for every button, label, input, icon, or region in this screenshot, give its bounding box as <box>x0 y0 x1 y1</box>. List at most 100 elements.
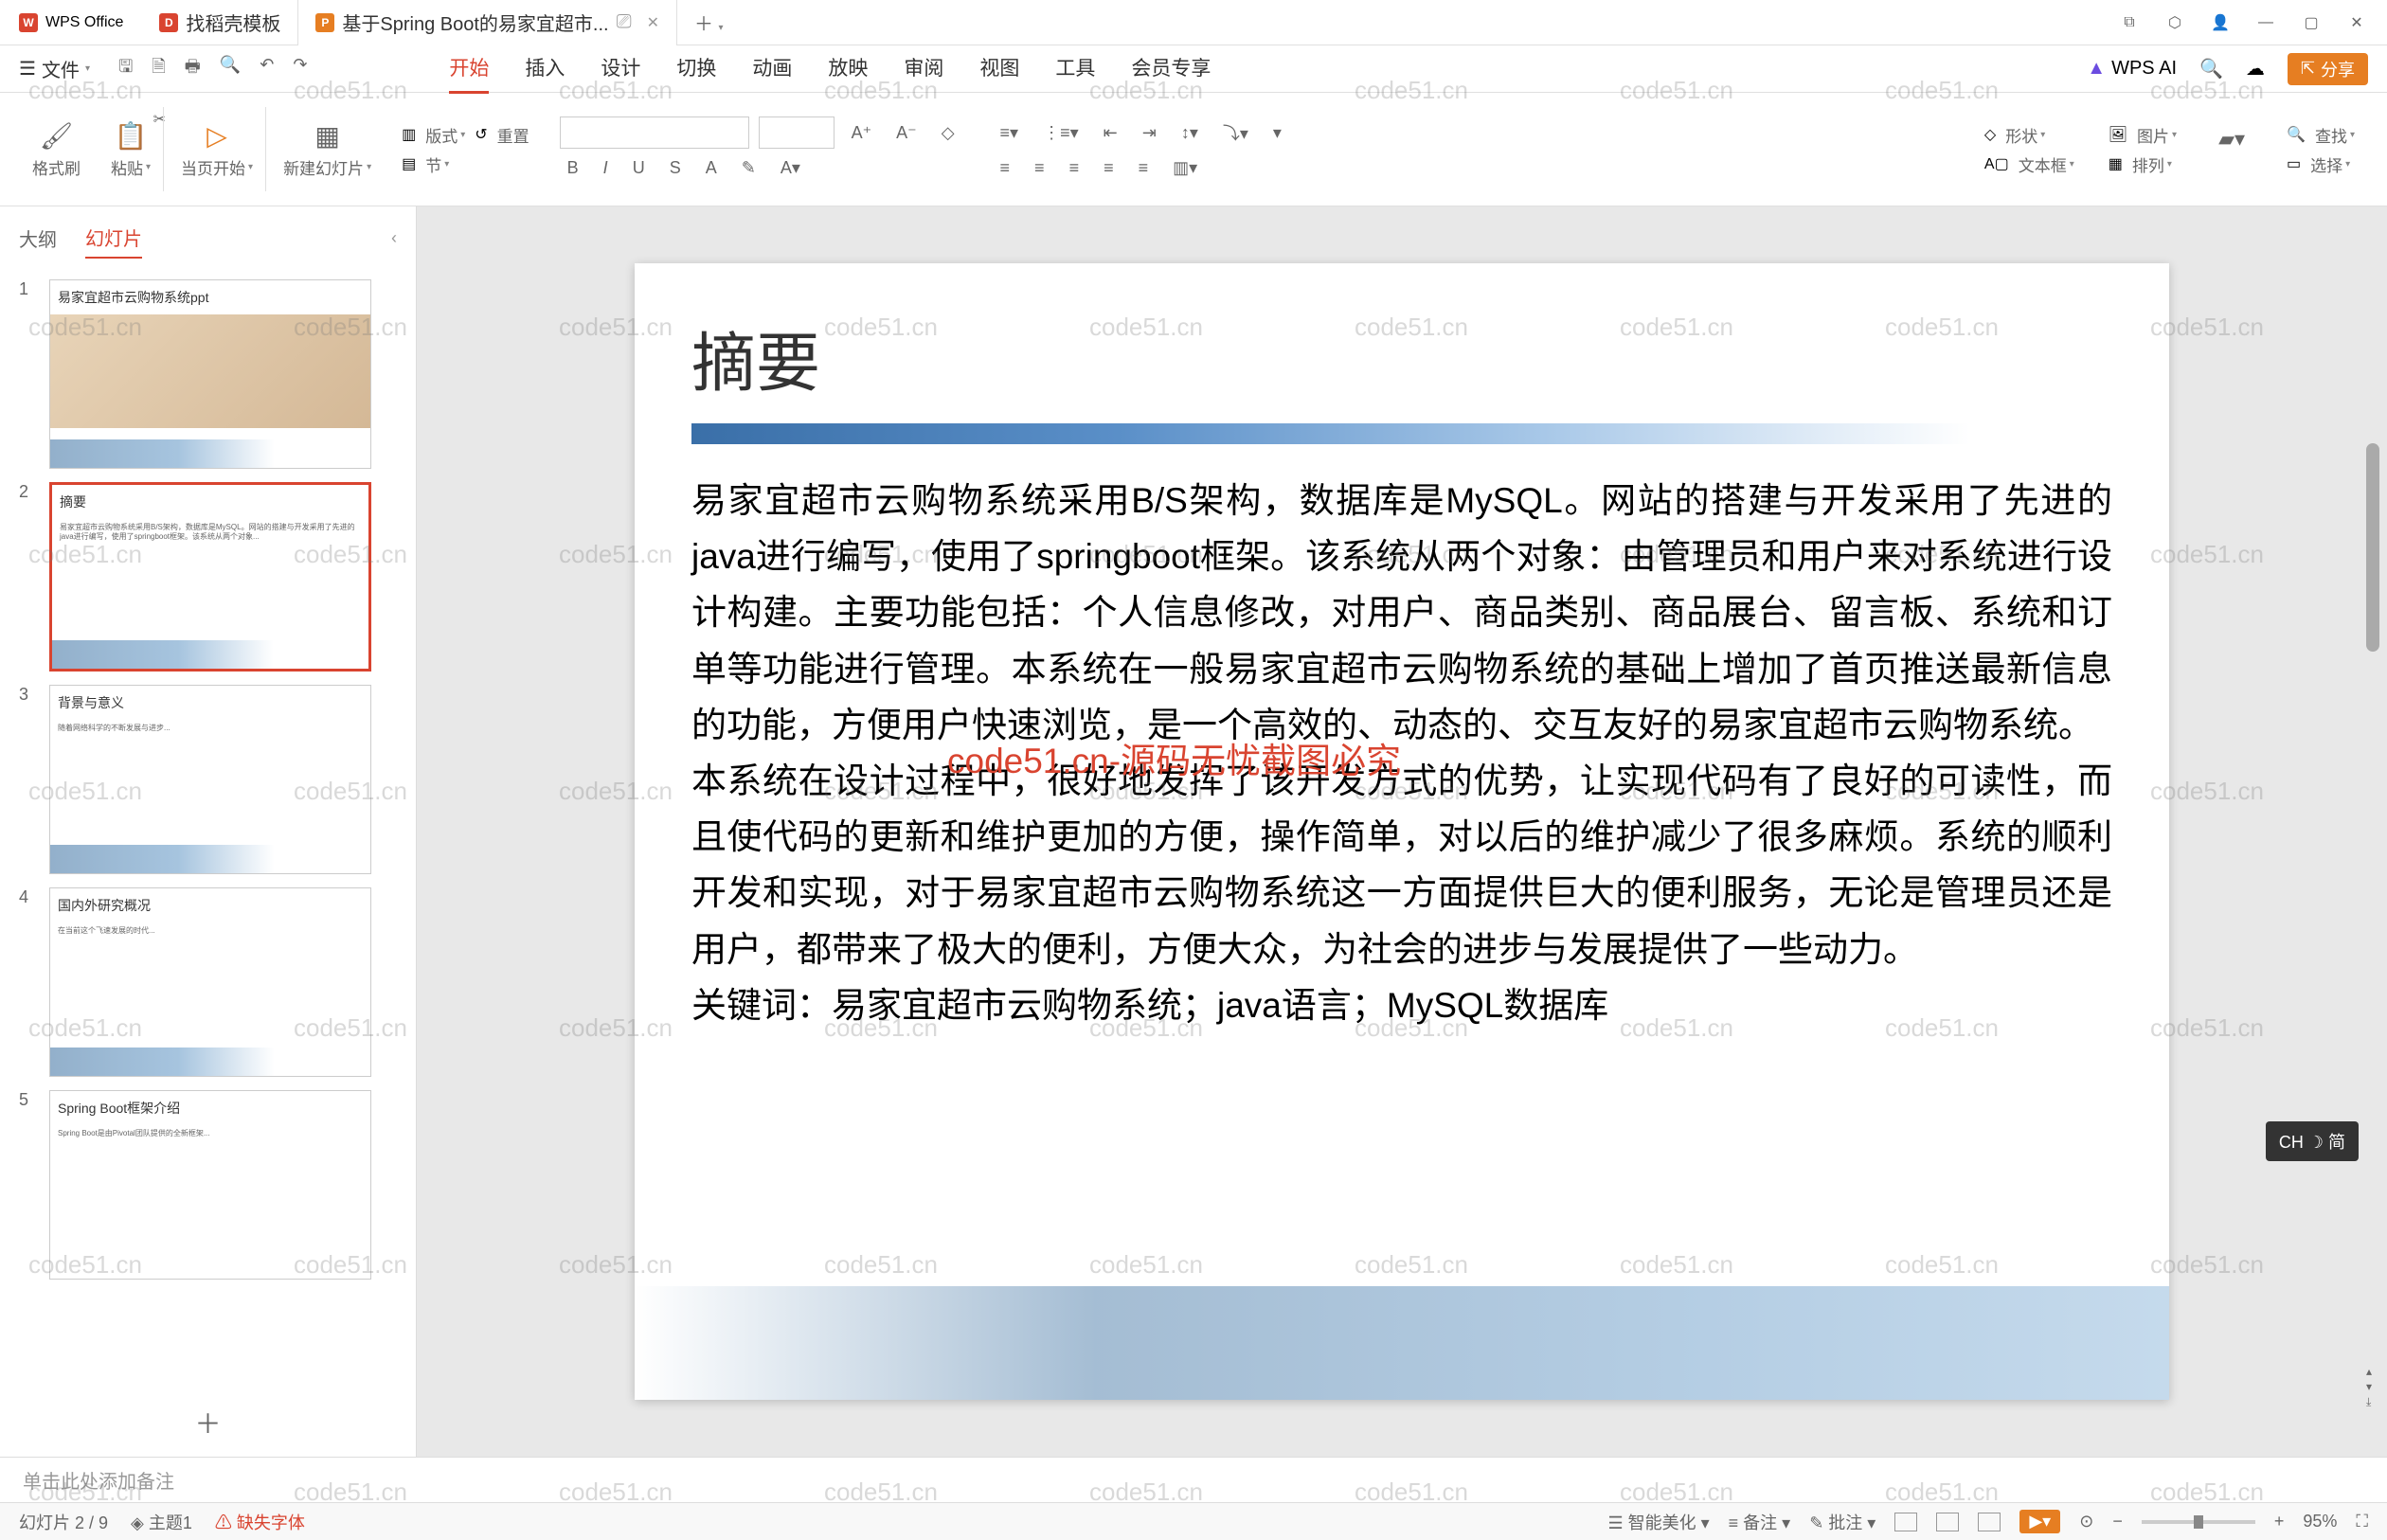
maximize-icon[interactable]: ▢ <box>2300 11 2323 34</box>
undo-icon[interactable]: ↶ <box>260 55 274 83</box>
tab-animation[interactable]: 动画 <box>752 44 792 94</box>
font-color-button[interactable]: A <box>698 154 725 182</box>
cut-icon[interactable]: ✂ <box>153 110 166 129</box>
collapse-icon[interactable]: ‹ <box>391 228 397 248</box>
notes-bar[interactable]: 单击此处添加备注 <box>0 1457 2387 1502</box>
zoom-slider[interactable] <box>2142 1520 2255 1524</box>
new-slide-group[interactable]: ▦ 新建幻灯片 ▾ <box>270 93 385 206</box>
numbering-icon[interactable]: ⋮≡▾ <box>1035 119 1086 147</box>
vertical-scrollbar[interactable]: ▴ ▾ ⤓ <box>2366 216 2379 1409</box>
avatar-icon[interactable]: 👤 <box>2209 11 2232 34</box>
minimize-icon[interactable]: — <box>2254 11 2277 34</box>
bullets-icon[interactable]: ≡▾ <box>993 119 1027 147</box>
find-button[interactable]: 🔍 查找 ▾ <box>2287 123 2355 147</box>
zoom-level[interactable]: 95% <box>2303 1512 2337 1531</box>
image-button[interactable]: 🖼 图片 ▾ <box>2109 123 2177 147</box>
tab-tools[interactable]: 工具 <box>1055 44 1095 94</box>
slide-counter[interactable]: 幻灯片 2 / 9 <box>19 1510 108 1534</box>
section-button[interactable]: ▤ 节 ▾ <box>402 152 529 176</box>
font-size-select[interactable] <box>759 116 835 149</box>
cloud-icon[interactable]: ☁ <box>2246 57 2265 81</box>
print-icon[interactable]: 🖶 <box>185 55 201 83</box>
fill-color-icon[interactable]: ▰▾ <box>2211 123 2252 155</box>
textbox-button[interactable]: A▢ 文本框 ▾ <box>1984 152 2074 176</box>
font-family-select[interactable] <box>560 116 749 149</box>
theme-button[interactable]: ◈ 主题1 <box>131 1510 192 1534</box>
slide-thumb-3[interactable]: 3 背景与意义 随着网络科学的不断发展与进步... <box>19 685 397 874</box>
file-menu[interactable]: ☰ 文件 ▾ <box>19 55 90 82</box>
format-brush-group[interactable]: 🖌 格式刷 <box>19 93 94 206</box>
app-logo[interactable]: W WPS Office <box>0 13 142 32</box>
slide-title[interactable]: 摘要 <box>691 311 2112 404</box>
paste-group[interactable]: 📋 粘贴 ▾ ✂ <box>98 93 164 206</box>
underline-button[interactable]: U <box>625 154 653 182</box>
scroll-up-icon[interactable]: ▴ <box>2366 1365 2372 1378</box>
indent-inc-icon[interactable]: ⇥ <box>1135 119 1164 147</box>
slide-thumb-1[interactable]: 1 易家宜超市云购物系统ppt <box>19 279 397 469</box>
tab-member[interactable]: 会员专享 <box>1131 44 1211 94</box>
window-multi-icon[interactable]: ⧉ <box>2118 11 2141 34</box>
zoom-plus[interactable]: + <box>2274 1512 2285 1531</box>
close-window-icon[interactable]: ✕ <box>2345 11 2368 34</box>
columns-icon[interactable]: ▥▾ <box>1165 154 1205 182</box>
smart-beautify-button[interactable]: ☰ 智能美化 ▾ <box>1607 1510 1709 1534</box>
reading-view-icon[interactable] <box>1978 1513 2001 1531</box>
reset-icon[interactable]: ↺ <box>475 125 487 144</box>
line-spacing-icon[interactable]: ↕▾ <box>1174 119 1206 147</box>
notes-toggle[interactable]: ≡ 备注 ▾ <box>1729 1510 1791 1534</box>
share-button[interactable]: ⇱ 分享 <box>2288 53 2368 85</box>
review-toggle[interactable]: ✎ 批注 ▾ <box>1809 1510 1876 1534</box>
tab-templates[interactable]: D 找稻壳模板 <box>142 0 298 45</box>
outline-tab[interactable]: 大纲 <box>19 219 57 258</box>
tab-review[interactable]: 审阅 <box>904 44 943 94</box>
tab-start[interactable]: 开始 <box>449 44 489 94</box>
canvas-wrapper[interactable]: 摘要 易家宜超市云购物系统采用B/S架构，数据库是MySQL。网站的搭建与开发采… <box>417 206 2387 1457</box>
tab-document[interactable]: P 基于Spring Boot的易家宜超市... ⎚ ✕ <box>298 0 677 45</box>
normal-view-icon[interactable] <box>1894 1513 1917 1531</box>
slide-body[interactable]: 易家宜超市云购物系统采用B/S架构，数据库是MySQL。网站的搭建与开发采用了先… <box>691 473 2112 1033</box>
scroll-thumb[interactable] <box>2366 443 2379 652</box>
text-direction-icon[interactable]: ⤵▾ <box>1215 116 1256 149</box>
zoom-minus[interactable]: − <box>2112 1512 2123 1531</box>
broadcast-icon[interactable]: ⎚ <box>617 11 632 33</box>
slide-canvas[interactable]: 摘要 易家宜超市云购物系统采用B/S架构，数据库是MySQL。网站的搭建与开发采… <box>635 263 2169 1400</box>
layout-button[interactable]: ▥ 版式 ▾ ↺ 重置 <box>402 123 529 147</box>
strike-button[interactable]: S <box>662 154 689 182</box>
save-icon[interactable]: 🖫 <box>118 55 133 83</box>
play-button[interactable]: ▶▾ <box>2019 1510 2060 1533</box>
new-icon[interactable]: 🗎 <box>152 55 165 83</box>
slide-list[interactable]: 1 易家宜超市云购物系统ppt 2 摘要 易家宜超市云购物系统采用B/S架构，数… <box>0 270 416 1388</box>
align-vertical-icon[interactable]: ▾ <box>1265 119 1289 147</box>
redo-icon[interactable]: ↷ <box>293 55 307 83</box>
preview-icon[interactable]: 🔍 <box>220 55 241 83</box>
clear-format-icon[interactable]: ◇ <box>934 119 962 147</box>
tab-view[interactable]: 视图 <box>979 44 1019 94</box>
fit-icon[interactable]: ⛶ <box>2356 1512 2368 1531</box>
highlight-button[interactable]: ✎ <box>734 154 763 182</box>
add-slide-button[interactable]: ＋ <box>0 1388 416 1457</box>
font-effect-button[interactable]: A▾ <box>773 154 808 182</box>
distribute-icon[interactable]: ≡ <box>1131 154 1157 182</box>
wps-ai-button[interactable]: ▲ WPS AI <box>2087 58 2177 80</box>
select-button[interactable]: ▭ 选择 ▾ <box>2287 152 2355 176</box>
tab-insert[interactable]: 插入 <box>525 44 565 94</box>
slide-thumb-2[interactable]: 2 摘要 易家宜超市云购物系统采用B/S架构，数据库是MySQL。网站的搭建与开… <box>19 482 397 672</box>
add-tab-button[interactable]: ＋ ▾ <box>677 9 741 36</box>
sorter-view-icon[interactable] <box>1936 1513 1959 1531</box>
slide-thumb-5[interactable]: 5 Spring Boot框架介绍 Spring Boot是由Pivotal团队… <box>19 1090 397 1280</box>
cube-icon[interactable]: ⬡ <box>2163 11 2186 34</box>
slides-tab[interactable]: 幻灯片 <box>85 218 142 259</box>
bold-button[interactable]: B <box>560 154 586 182</box>
slide-thumb-4[interactable]: 4 国内外研究概况 在当前这个飞速发展的时代... <box>19 887 397 1077</box>
arrange-button[interactable]: ▦ 排列 ▾ <box>2109 152 2177 176</box>
align-justify-icon[interactable]: ≡ <box>1096 154 1122 182</box>
close-icon[interactable]: ✕ <box>647 13 659 32</box>
slideshow-group[interactable]: ▷ 当页开始 ▾ <box>168 93 266 206</box>
zoom-out-icon[interactable]: ⊙ <box>2079 1512 2093 1531</box>
align-left-icon[interactable]: ≡ <box>993 154 1018 182</box>
shape-button[interactable]: ◇ 形状 ▾ <box>1984 123 2074 147</box>
indent-dec-icon[interactable]: ⇤ <box>1096 119 1125 147</box>
increase-font-icon[interactable]: A⁺ <box>844 119 880 147</box>
decrease-font-icon[interactable]: A⁻ <box>888 119 924 147</box>
tab-transition[interactable]: 切换 <box>676 44 716 94</box>
